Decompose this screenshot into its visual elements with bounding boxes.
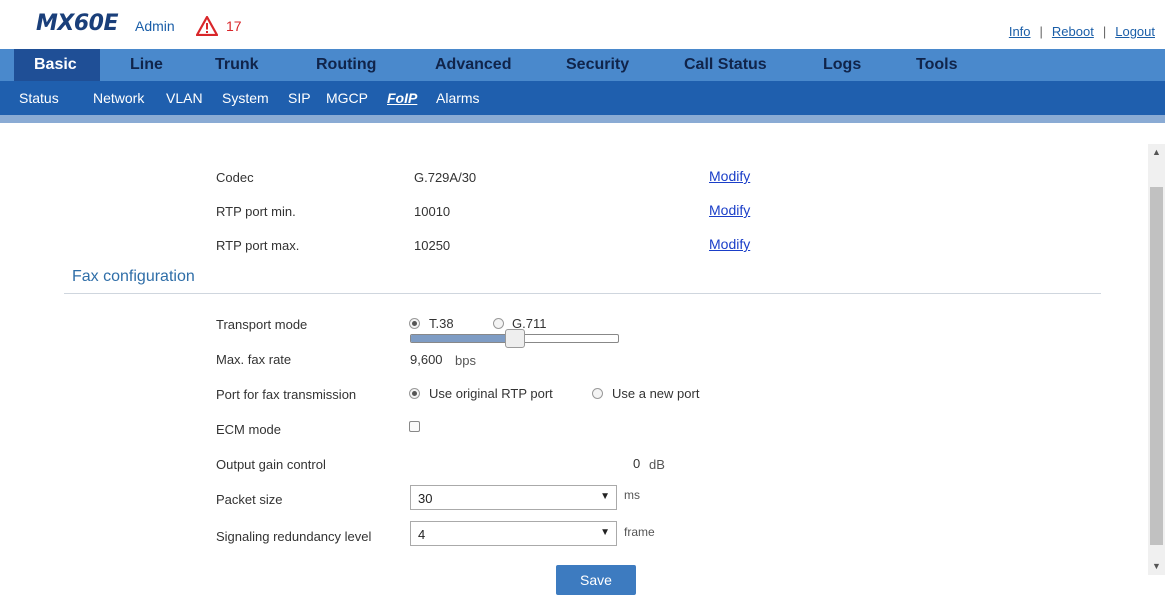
scroll-down-arrow-icon[interactable]: ▼	[1148, 558, 1165, 575]
output-gain-label: Output gain control	[216, 457, 326, 472]
fax-port-new-radio[interactable]	[592, 388, 603, 399]
tab-security[interactable]: Security	[566, 49, 629, 81]
warning-triangle-icon[interactable]	[196, 16, 218, 36]
codec-modify-link[interactable]: Modify	[709, 168, 750, 184]
subnav-foip[interactable]: FoIP	[387, 90, 417, 106]
packet-size-label: Packet size	[216, 492, 283, 507]
transport-t38-radio[interactable]	[409, 318, 420, 329]
main-content: Codec G.729A/30 Modify RTP port min. 100…	[0, 123, 1148, 595]
scroll-up-arrow-icon[interactable]: ▲	[1148, 144, 1165, 161]
caret-down-icon: ▼	[600, 491, 610, 502]
reboot-link[interactable]: Reboot	[1052, 24, 1094, 39]
subnav-vlan[interactable]: VLAN	[166, 90, 203, 106]
tab-logs[interactable]: Logs	[823, 49, 861, 81]
ecm-mode-label: ECM mode	[216, 422, 282, 437]
info-link[interactable]: Info	[1009, 24, 1031, 39]
fax-port-original-label[interactable]: Use original RTP port	[429, 386, 553, 401]
tab-line[interactable]: Line	[130, 49, 163, 81]
rtp-port-max-value: 10250	[414, 238, 451, 253]
transport-g711-radio[interactable]	[493, 318, 504, 329]
user-name: Admin	[135, 18, 175, 34]
tab-routing[interactable]: Routing	[316, 49, 376, 81]
tab-basic[interactable]: Basic	[14, 49, 100, 81]
transport-t38-label[interactable]: T.38	[429, 316, 454, 331]
sub-nav: Status Network VLAN System SIP MGCP FoIP…	[0, 81, 1165, 115]
tab-advanced[interactable]: Advanced	[435, 49, 511, 81]
subnav-sip[interactable]: SIP	[288, 90, 311, 106]
output-gain-value: 0	[633, 456, 641, 471]
product-logo: MX60E	[36, 11, 119, 36]
logout-link[interactable]: Logout	[1115, 24, 1155, 39]
codec-label: Codec	[216, 170, 254, 185]
alarm-count[interactable]: 17	[226, 18, 242, 34]
output-gain-slider-thumb[interactable]	[505, 329, 525, 348]
output-gain-slider-fill	[411, 335, 508, 342]
signaling-redundancy-unit: frame	[624, 525, 655, 539]
max-fax-rate-label: Max. fax rate	[216, 352, 292, 367]
fax-port-original-radio[interactable]	[409, 388, 420, 399]
top-header: MX60E Admin 17 Info | Reboot | Logout	[0, 0, 1165, 43]
tab-call-status[interactable]: Call Status	[684, 49, 767, 81]
subnav-mgcp[interactable]: MGCP	[326, 90, 368, 106]
codec-value: G.729A/30	[414, 170, 477, 185]
rtp-port-max-modify-link[interactable]: Modify	[709, 236, 750, 252]
output-gain-unit: dB	[649, 457, 665, 472]
subnav-alarms[interactable]: Alarms	[436, 90, 480, 106]
rtp-port-min-label: RTP port min.	[216, 204, 296, 219]
fax-port-label: Port for fax transmission	[216, 387, 357, 402]
rtp-port-min-modify-link[interactable]: Modify	[709, 202, 750, 218]
ecm-mode-checkbox[interactable]	[409, 421, 420, 432]
subnav-system[interactable]: System	[222, 90, 269, 106]
transport-mode-label: Transport mode	[216, 317, 308, 332]
caret-down-icon: ▼	[600, 527, 610, 538]
save-button[interactable]: Save	[556, 565, 636, 595]
max-fax-rate-value: 9,600	[410, 352, 443, 367]
rtp-port-min-value: 10010	[414, 204, 451, 219]
rtp-port-max-label: RTP port max.	[216, 238, 300, 253]
top-links: Info | Reboot | Logout	[1008, 24, 1155, 39]
signaling-redundancy-selected-value: 4	[418, 527, 426, 542]
scrollbar-thumb[interactable]	[1150, 187, 1163, 545]
signaling-redundancy-select[interactable]: 4 ▼	[410, 521, 617, 546]
fax-port-new-label[interactable]: Use a new port	[612, 386, 699, 401]
tab-trunk[interactable]: Trunk	[215, 49, 259, 81]
max-fax-rate-unit: bps	[455, 353, 476, 368]
fax-configuration-title: Fax configuration	[72, 268, 195, 285]
packet-size-select[interactable]: 30 ▼	[410, 485, 617, 510]
tab-tools[interactable]: Tools	[916, 49, 957, 81]
vertical-scrollbar[interactable]: ▲ ▼	[1148, 144, 1165, 575]
subnav-status[interactable]: Status	[19, 90, 59, 106]
signaling-redundancy-label: Signaling redundancy level	[216, 529, 372, 544]
main-nav: Basic Line Trunk Routing Advanced Securi…	[0, 49, 1165, 81]
packet-size-selected-value: 30	[418, 491, 433, 506]
subnav-underbar	[0, 115, 1165, 123]
subnav-network[interactable]: Network	[93, 90, 144, 106]
packet-size-unit: ms	[624, 488, 640, 502]
section-divider	[64, 293, 1101, 294]
